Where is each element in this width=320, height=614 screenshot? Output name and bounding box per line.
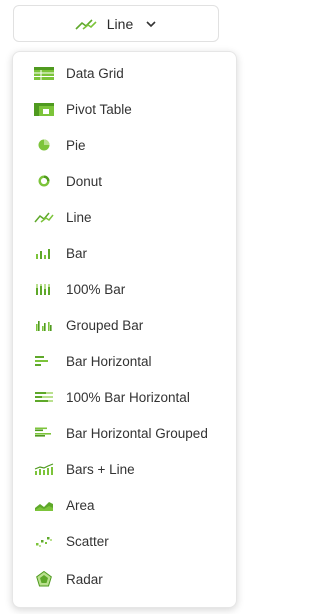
- menu-item-100-bar-horizontal[interactable]: 100% Bar Horizontal: [13, 379, 236, 415]
- area-chart-icon: [33, 497, 54, 513]
- menu-item-label: Pivot Table: [66, 101, 132, 117]
- bars-line-chart-icon: [33, 461, 54, 477]
- line-chart-icon: [75, 17, 97, 31]
- selected-chart-type: Line: [106, 15, 134, 32]
- pivot-table-icon: [33, 101, 54, 117]
- menu-item-label: Line: [66, 209, 92, 225]
- full-horizontal-bar-chart-icon: [33, 389, 54, 405]
- menu-item-label: Area: [66, 497, 95, 513]
- menu-item-pivot-table[interactable]: Pivot Table: [13, 91, 236, 127]
- menu-item-label: Data Grid: [66, 65, 124, 81]
- menu-item-label: Grouped Bar: [66, 317, 144, 333]
- menu-item-label: Donut: [66, 173, 103, 189]
- menu-item-scatter[interactable]: Scatter: [13, 523, 236, 559]
- menu-item-label: Bars + Line: [66, 461, 135, 477]
- grouped-horizontal-bar-chart-icon: [33, 425, 54, 441]
- menu-item-pie[interactable]: Pie: [13, 127, 236, 163]
- menu-item-bar[interactable]: Bar: [13, 235, 236, 271]
- grouped-bar-chart-icon: [33, 317, 54, 333]
- menu-item-area[interactable]: Area: [13, 487, 236, 523]
- line-chart-icon: [33, 209, 54, 225]
- menu-item-label: Scatter: [66, 533, 109, 549]
- radar-chart-icon: [33, 571, 54, 587]
- menu-item-grouped-bar[interactable]: Grouped Bar: [13, 307, 236, 343]
- pie-chart-icon: [33, 137, 54, 153]
- donut-chart-icon: [33, 173, 54, 189]
- scatter-chart-icon: [33, 533, 54, 549]
- menu-item-bars-line[interactable]: Bars + Line: [13, 451, 236, 487]
- menu-item-donut[interactable]: Donut: [13, 163, 236, 199]
- full-bar-chart-icon: [33, 281, 54, 297]
- menu-item-label: 100% Bar Horizontal: [66, 389, 190, 405]
- menu-item-line[interactable]: Line: [13, 199, 236, 235]
- menu-item-label: Pie: [66, 137, 86, 153]
- menu-item-bar-horizontal[interactable]: Bar Horizontal: [13, 343, 236, 379]
- menu-item-bar-horizontal-grouped[interactable]: Bar Horizontal Grouped: [13, 415, 236, 451]
- chevron-down-icon: [145, 18, 157, 30]
- menu-item-label: Bar: [66, 245, 88, 261]
- menu-item-label: Bar Horizontal: [66, 353, 152, 369]
- menu-item-data-grid[interactable]: Data Grid: [13, 55, 236, 91]
- bar-chart-icon: [33, 245, 54, 261]
- menu-item-radar[interactable]: Radar: [13, 559, 236, 599]
- data-grid-icon: [33, 65, 54, 81]
- chart-type-menu: Data Grid Pivot Table Pie Donut Line Bar…: [12, 51, 237, 608]
- menu-item-label: 100% Bar: [66, 281, 126, 297]
- horizontal-bar-chart-icon: [33, 353, 54, 369]
- menu-item-label: Bar Horizontal Grouped: [66, 425, 208, 441]
- chart-type-dropdown[interactable]: Line: [13, 5, 219, 42]
- menu-item-label: Radar: [66, 571, 103, 587]
- menu-item-100-bar[interactable]: 100% Bar: [13, 271, 236, 307]
